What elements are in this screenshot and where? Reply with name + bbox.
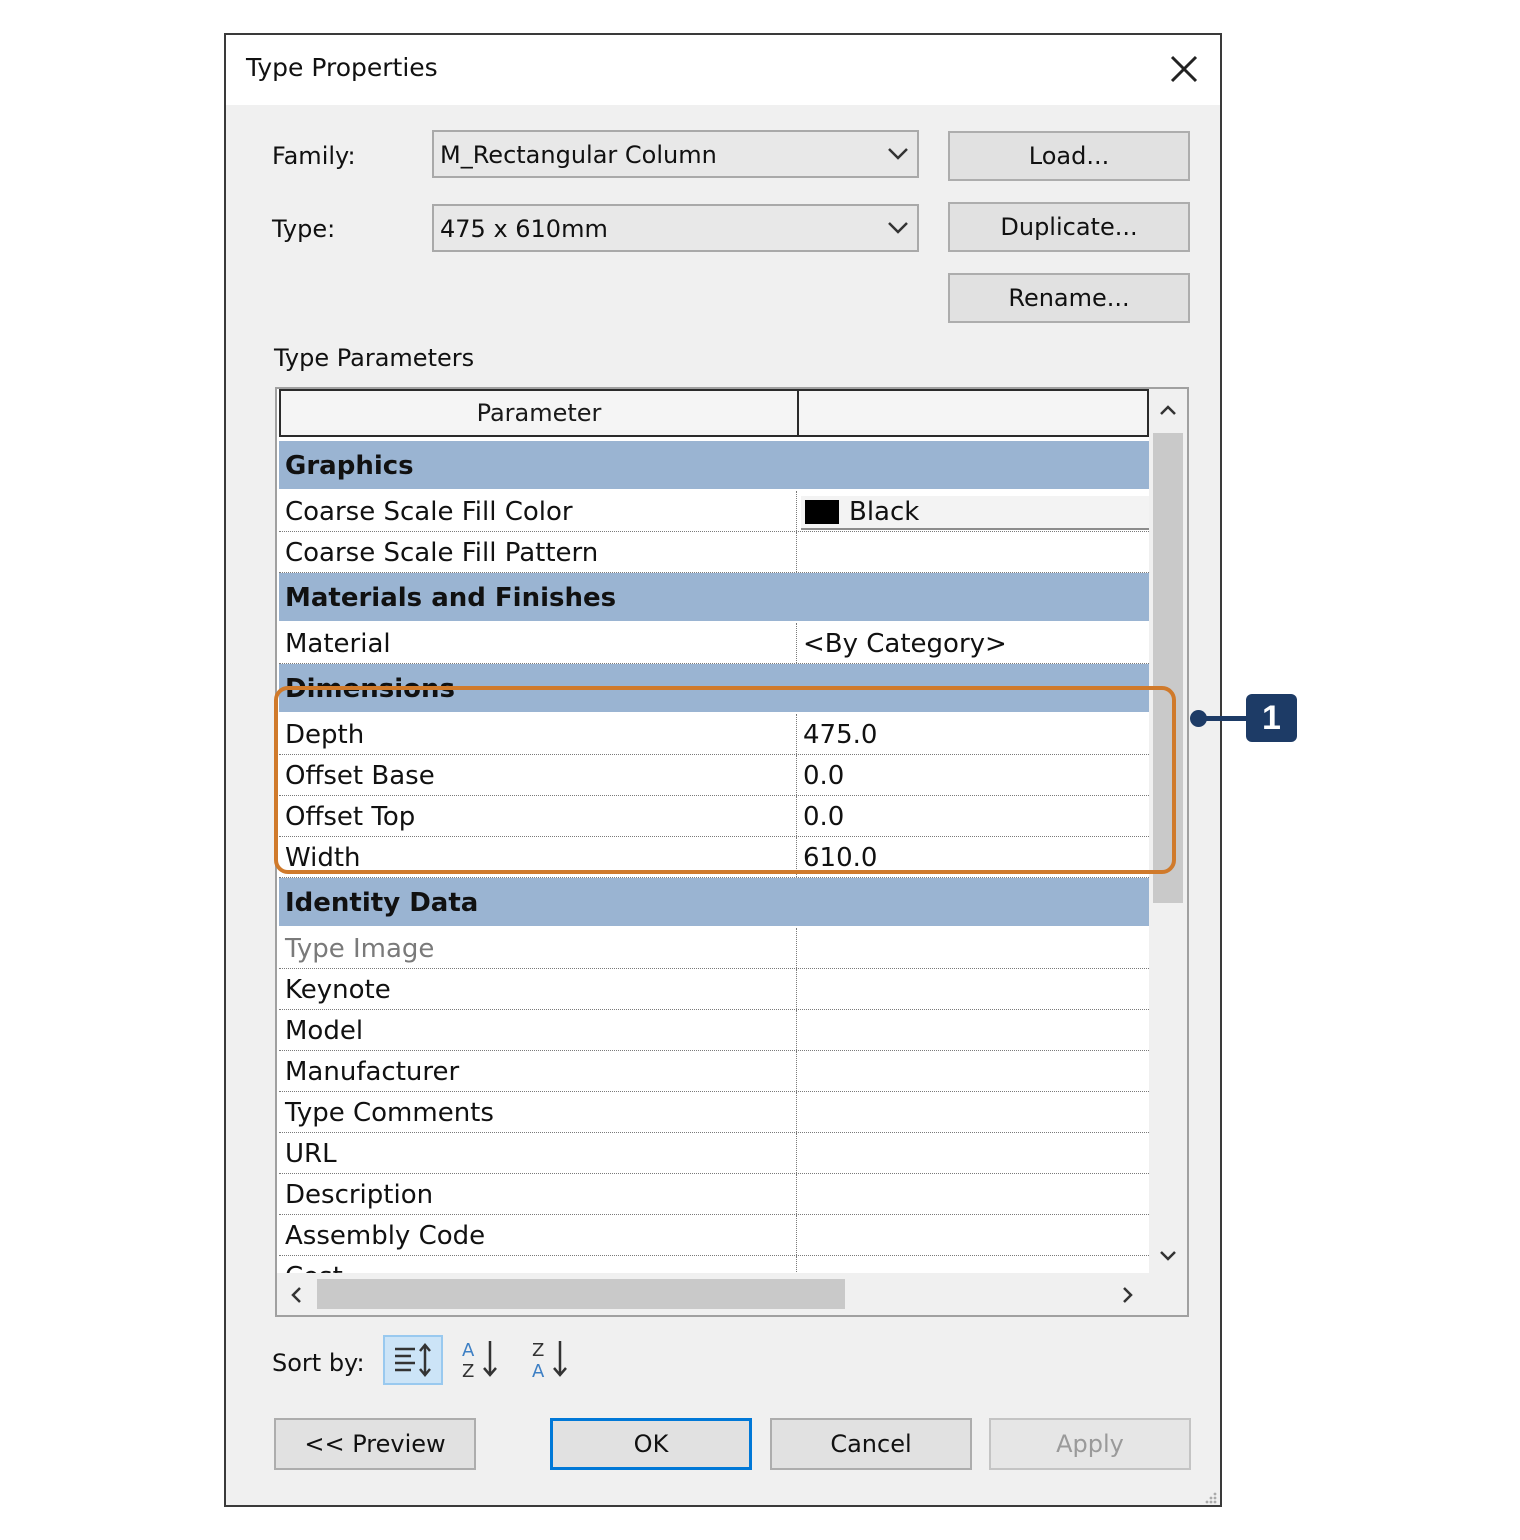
- param-row-model[interactable]: Model: [279, 1010, 1149, 1051]
- svg-text:A: A: [462, 1340, 475, 1361]
- horizontal-scroll-thumb[interactable]: [317, 1279, 845, 1309]
- parameter-name: Coarse Scale Fill Pattern: [285, 538, 599, 568]
- param-row-manufacturer[interactable]: Manufacturer: [279, 1051, 1149, 1092]
- chevron-down-icon[interactable]: [1159, 1249, 1177, 1263]
- group-row-graphics[interactable]: Graphics: [279, 441, 1149, 489]
- parameter-name: URL: [285, 1139, 337, 1169]
- sort-grouped-button[interactable]: [383, 1335, 443, 1385]
- parameter-value[interactable]: <By Category>: [803, 629, 1007, 659]
- group-label: Identity Data: [285, 888, 479, 918]
- sort-by-label: Sort by:: [272, 1349, 365, 1377]
- parameter-name: Type Image: [285, 934, 435, 964]
- column-separator: [796, 969, 797, 1009]
- type-parameters-label: Type Parameters: [274, 344, 475, 372]
- cancel-button[interactable]: Cancel: [770, 1418, 972, 1470]
- parameter-name: Keynote: [285, 975, 391, 1005]
- close-button[interactable]: [1166, 51, 1202, 87]
- column-separator: [796, 1174, 797, 1214]
- dimensions-highlight-box: [274, 686, 1176, 874]
- color-value-field[interactable]: Black: [801, 496, 1149, 530]
- color-swatch: [805, 500, 839, 524]
- family-dropdown[interactable]: M_Rectangular Column: [432, 130, 919, 178]
- column-separator: [796, 491, 797, 531]
- apply-button[interactable]: Apply: [989, 1418, 1191, 1470]
- sort-a-to-z-icon: A Z: [462, 1340, 497, 1382]
- svg-text:Z: Z: [462, 1361, 474, 1381]
- column-header-value[interactable]: [797, 389, 1149, 437]
- column-separator: [796, 1051, 797, 1091]
- preview-button[interactable]: << Preview: [274, 1418, 476, 1470]
- parameter-name: Manufacturer: [285, 1057, 460, 1087]
- param-row-type-image[interactable]: Type Image: [279, 928, 1149, 969]
- chevron-left-icon[interactable]: [289, 1286, 303, 1304]
- horizontal-scrollbar[interactable]: [277, 1273, 1187, 1315]
- svg-text:Z: Z: [532, 1340, 544, 1361]
- group-label: Graphics: [285, 451, 414, 481]
- family-label: Family:: [272, 142, 356, 170]
- param-row-keynote[interactable]: Keynote: [279, 969, 1149, 1010]
- parameter-name: Material: [285, 629, 391, 659]
- title-bar: Type Properties: [226, 35, 1220, 105]
- chevron-right-icon[interactable]: [1121, 1286, 1135, 1304]
- callout-leader-line: [1204, 716, 1246, 721]
- parameter-name: Description: [285, 1180, 434, 1210]
- ok-button[interactable]: OK: [550, 1418, 752, 1470]
- group-row-materials-and-finishes[interactable]: Materials and Finishes: [279, 573, 1149, 621]
- param-row-cost[interactable]: Cost: [279, 1256, 1149, 1273]
- parameter-name: Assembly Code: [285, 1221, 486, 1251]
- column-separator: [796, 1256, 797, 1273]
- type-label: Type:: [272, 215, 336, 243]
- close-icon: [1170, 55, 1198, 83]
- chevron-up-icon[interactable]: [1159, 403, 1177, 417]
- chevron-down-icon: [888, 148, 908, 160]
- rename-button[interactable]: Rename...: [948, 273, 1190, 323]
- param-row-description[interactable]: Description: [279, 1174, 1149, 1215]
- family-dropdown-value: M_Rectangular Column: [440, 141, 717, 169]
- column-separator: [796, 1215, 797, 1255]
- grouped-list-icon: [395, 1343, 431, 1377]
- parameter-name: Coarse Scale Fill Color: [285, 497, 573, 527]
- parameter-name: Cost: [285, 1262, 343, 1273]
- column-separator: [796, 623, 797, 663]
- param-row-material[interactable]: Material <By Category>: [279, 623, 1149, 664]
- resize-grip-icon[interactable]: [1202, 1489, 1218, 1505]
- group-row-identity-data[interactable]: Identity Data: [279, 878, 1149, 926]
- parameter-name: Model: [285, 1016, 364, 1046]
- column-separator: [796, 1092, 797, 1132]
- param-row-coarse-scale-fill-color[interactable]: Coarse Scale Fill Color Black: [279, 491, 1149, 532]
- sort-descending-button[interactable]: Z A: [524, 1335, 584, 1385]
- param-row-url[interactable]: URL: [279, 1133, 1149, 1174]
- dialog-title: Type Properties: [246, 53, 438, 82]
- param-row-coarse-scale-fill-pattern[interactable]: Coarse Scale Fill Pattern: [279, 532, 1149, 573]
- load-button[interactable]: Load...: [948, 131, 1190, 181]
- param-row-assembly-code[interactable]: Assembly Code: [279, 1215, 1149, 1256]
- column-separator: [796, 1010, 797, 1050]
- chevron-down-icon: [888, 222, 908, 234]
- sort-ascending-button[interactable]: A Z: [454, 1335, 514, 1385]
- parameter-value: Black: [849, 497, 920, 527]
- column-separator: [796, 1133, 797, 1173]
- param-row-type-comments[interactable]: Type Comments: [279, 1092, 1149, 1133]
- duplicate-button[interactable]: Duplicate...: [948, 202, 1190, 252]
- sort-z-to-a-icon: Z A: [532, 1340, 567, 1382]
- column-separator: [796, 928, 797, 968]
- type-dropdown-value: 475 x 610mm: [440, 215, 608, 243]
- callout-badge: 1: [1246, 694, 1297, 742]
- svg-text:A: A: [532, 1361, 545, 1381]
- type-dropdown[interactable]: 475 x 610mm: [432, 204, 919, 252]
- parameter-name: Type Comments: [285, 1098, 494, 1128]
- group-label: Materials and Finishes: [285, 583, 617, 613]
- column-header-parameter[interactable]: Parameter: [279, 389, 799, 437]
- column-separator: [796, 532, 797, 572]
